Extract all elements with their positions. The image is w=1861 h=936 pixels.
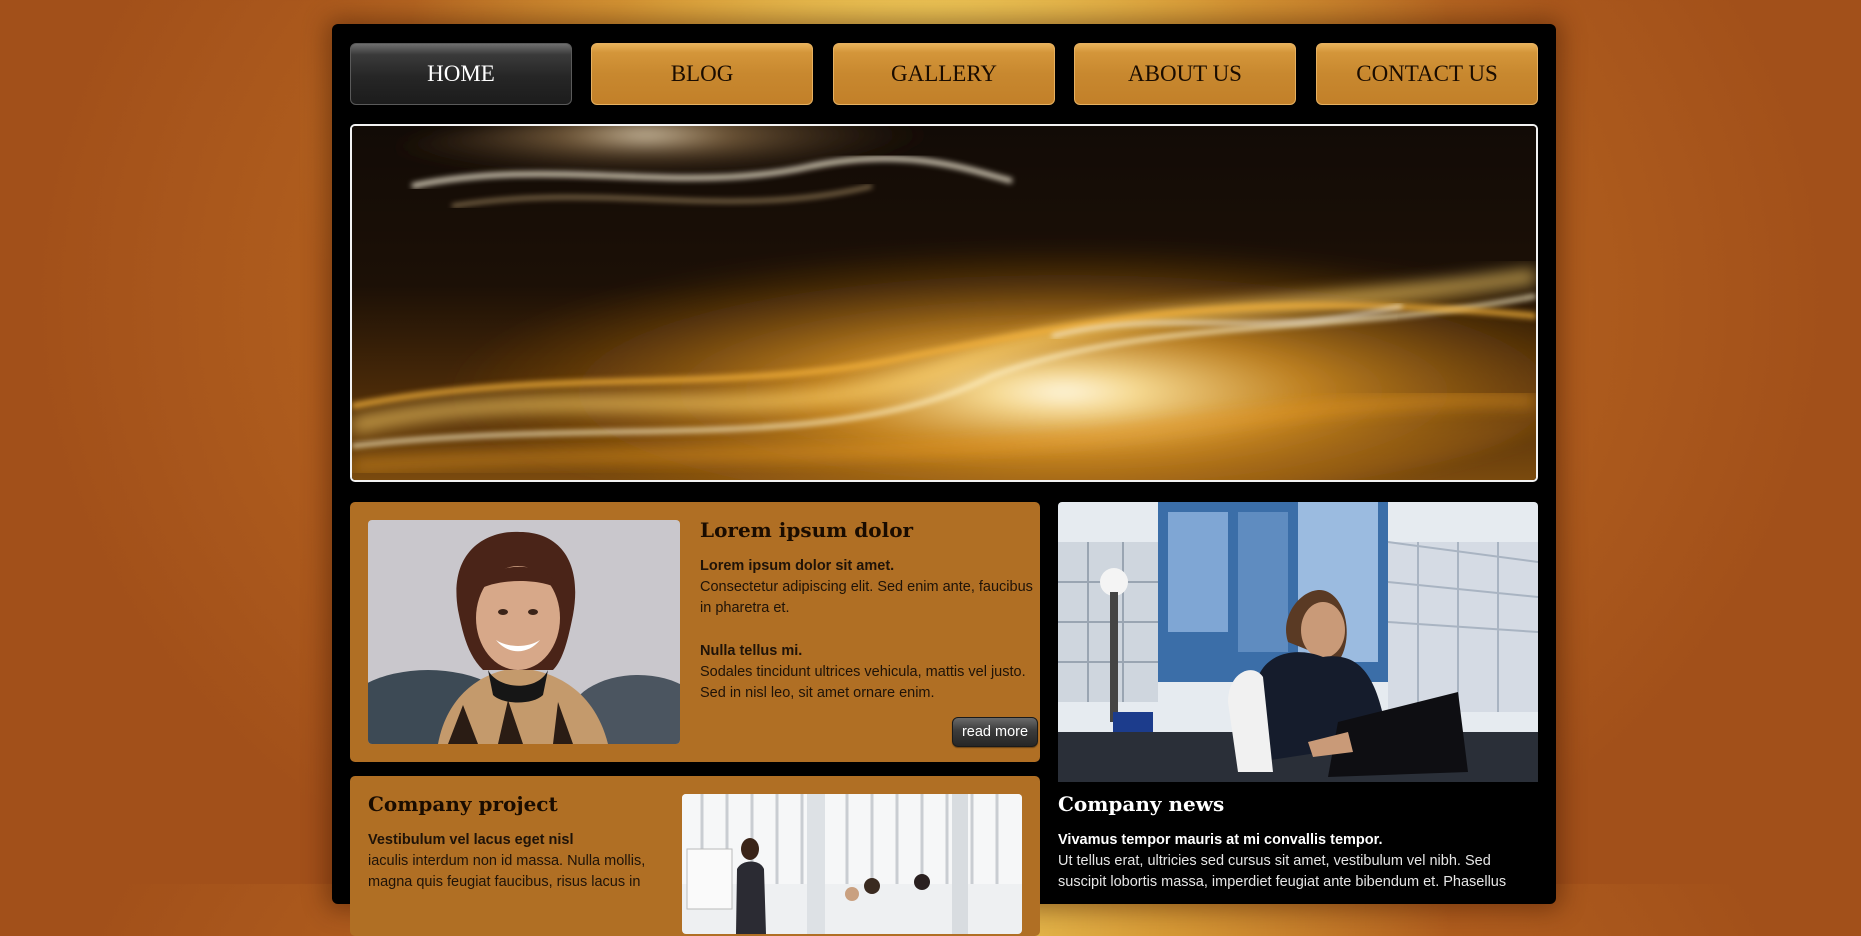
news-title: Company news [1058,792,1225,816]
read-more-button[interactable]: read more [952,717,1038,747]
man-with-laptop-photo [1058,502,1538,782]
news-text: Ut tellus erat, ultricies sed cursus sit… [1058,853,1507,890]
project-strong: Vestibulum vel lacus eget nisl [368,832,574,848]
office-meeting-photo [682,794,1022,934]
project-title: Company project [368,792,558,816]
golden-light-waves-image [352,126,1536,480]
news-strong: Vivamus tempor mauris at mi convallis te… [1058,832,1383,848]
woman-portrait-photo [368,520,680,744]
nav-gallery-button[interactable]: GALLERY [833,43,1055,105]
project-box: Company project Vestibulum vel lacus ege… [350,776,1040,936]
feature-p1-text: Consectetur adipiscing elit. Sed enim an… [700,579,1033,616]
feature-p1-strong: Lorem ipsum dolor sit amet. [700,558,895,574]
feature-paragraph-2: Nulla tellus mi. Sodales tincidunt ultri… [700,641,1038,704]
hero-banner [350,124,1538,482]
feature-p2-strong: Nulla tellus mi. [700,643,803,659]
project-text: iaculis interdum non id massa. Nulla mol… [368,853,646,890]
page-container: HOME BLOG GALLERY ABOUT US CONTACT US Lo… [332,24,1556,936]
nav-blog-button[interactable]: BLOG [591,43,813,105]
nav-about-us-button[interactable]: ABOUT US [1074,43,1296,105]
feature-p2-text: Sodales tincidunt ultrices vehicula, mat… [700,664,1026,701]
feature-title: Lorem ipsum dolor [700,518,914,542]
main-nav: HOME BLOG GALLERY ABOUT US CONTACT US [350,43,1538,105]
nav-contact-us-button[interactable]: CONTACT US [1316,43,1538,105]
feature-box: Lorem ipsum dolor Lorem ipsum dolor sit … [350,502,1040,762]
feature-paragraph-1: Lorem ipsum dolor sit amet. Consectetur … [700,556,1038,619]
nav-home-button[interactable]: HOME [350,43,572,105]
